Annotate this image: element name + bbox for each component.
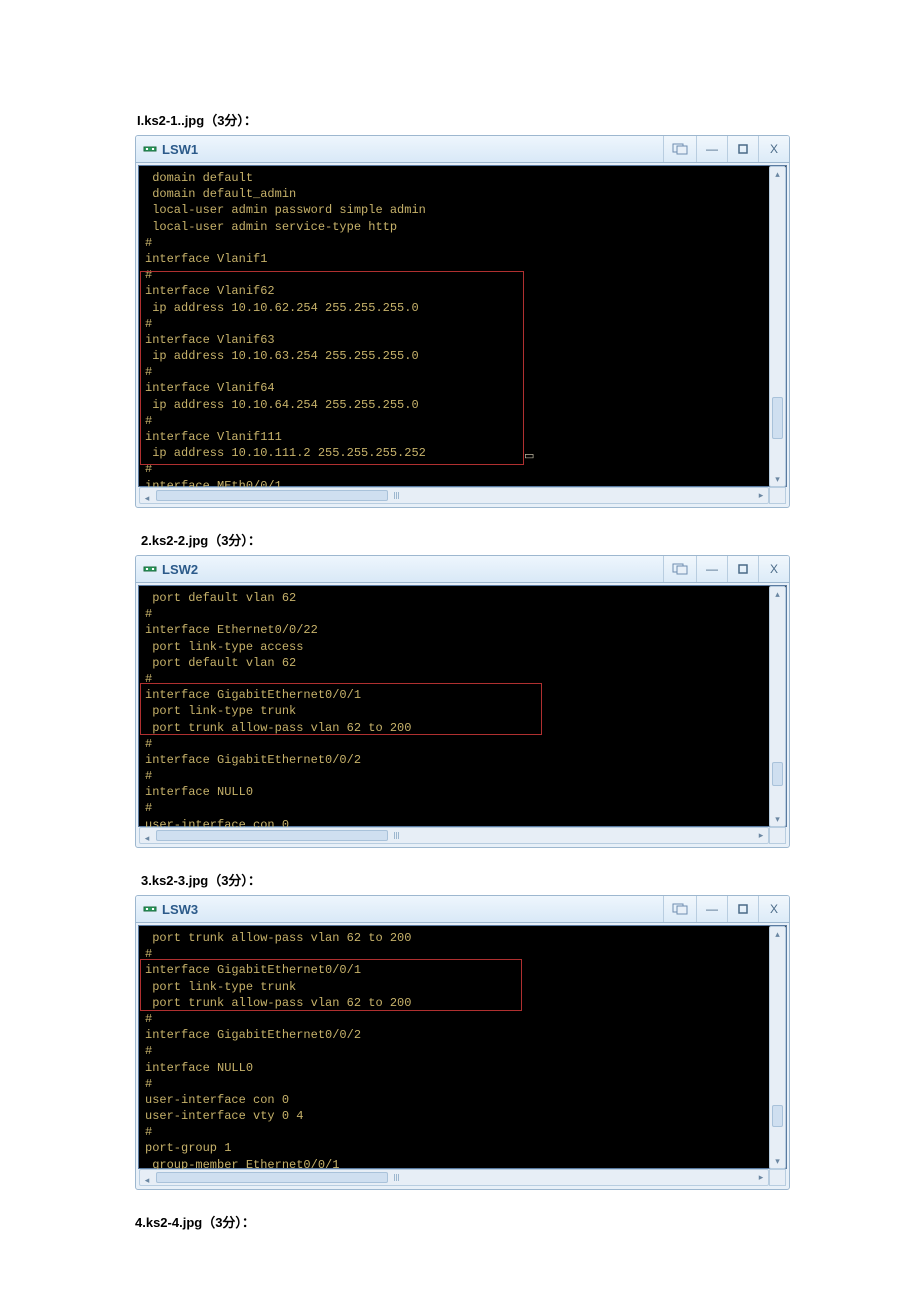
window-controls: — X <box>663 556 789 582</box>
scroll-right-icon[interactable]: ▸ <box>754 488 768 503</box>
titlebar[interactable]: LSW1 — X <box>136 136 789 163</box>
window-extra-button[interactable] <box>663 896 696 922</box>
window-extra-button[interactable] <box>663 556 696 582</box>
terminal-window-lsw3: LSW3 — X port trunk allow-pass vlan 62 t… <box>135 895 790 1190</box>
caption-4: 4.ks2-4.jpg（3分）： <box>135 1212 790 1231</box>
scroll-thumb[interactable] <box>772 397 783 439</box>
scroll-up-icon[interactable]: ▴ <box>770 927 785 941</box>
hscroll-handle-icon <box>394 1174 400 1181</box>
scroll-down-icon[interactable]: ▾ <box>770 472 785 486</box>
scroll-left-icon[interactable]: ◂ <box>140 831 154 846</box>
caption-2: 2.ks2-2.jpg（3分）： <box>141 530 790 549</box>
window-controls: — X <box>663 896 789 922</box>
hscroll-thumb[interactable] <box>156 1172 388 1183</box>
scroll-right-icon[interactable]: ▸ <box>754 828 768 843</box>
scroll-down-icon[interactable]: ▾ <box>770 812 785 826</box>
scroll-corner <box>769 1169 786 1186</box>
terminal-body-wrap: domain default domain default_admin loca… <box>136 163 789 507</box>
app-icon <box>142 561 158 577</box>
terminal-body-wrap: port trunk allow-pass vlan 62 to 200 # i… <box>136 923 789 1189</box>
scroll-right-icon[interactable]: ▸ <box>754 1170 768 1185</box>
scroll-corner <box>769 827 786 844</box>
horizontal-scrollbar[interactable]: ◂ ▸ <box>139 1169 769 1186</box>
window-title: LSW1 <box>162 142 198 157</box>
app-icon <box>142 141 158 157</box>
terminal-body-wrap: port default vlan 62 # interface Etherne… <box>136 583 789 847</box>
terminal-output[interactable]: domain default domain default_admin loca… <box>138 165 787 487</box>
cursor-icon: ▭ <box>524 449 534 462</box>
scroll-corner <box>769 487 786 504</box>
terminal-window-lsw1: LSW1 — X domain default domain default_a… <box>135 135 790 508</box>
hscroll-thumb[interactable] <box>156 490 388 501</box>
titlebar-left: LSW2 <box>136 561 198 577</box>
scroll-down-icon[interactable]: ▾ <box>770 1154 785 1168</box>
minimize-button[interactable]: — <box>696 896 727 922</box>
horizontal-scrollbar[interactable]: ◂ ▸ <box>139 487 769 504</box>
scroll-left-icon[interactable]: ◂ <box>140 491 154 506</box>
minimize-button[interactable]: — <box>696 556 727 582</box>
close-button[interactable]: X <box>758 896 789 922</box>
titlebar[interactable]: LSW2 — X <box>136 556 789 583</box>
hscroll-handle-icon <box>394 492 400 499</box>
window-controls: — X <box>663 136 789 162</box>
vertical-scrollbar[interactable]: ▴ ▾ <box>769 166 786 487</box>
scroll-up-icon[interactable]: ▴ <box>770 587 785 601</box>
minimize-button[interactable]: — <box>696 136 727 162</box>
app-icon <box>142 901 158 917</box>
scroll-left-icon[interactable]: ◂ <box>140 1173 154 1188</box>
caption-1: I.ks2-1..jpg（3分）： <box>137 110 790 129</box>
titlebar-left: LSW3 <box>136 901 198 917</box>
close-button[interactable]: X <box>758 136 789 162</box>
window-title: LSW3 <box>162 902 198 917</box>
vertical-scrollbar[interactable]: ▴ ▾ <box>769 926 786 1169</box>
close-button[interactable]: X <box>758 556 789 582</box>
window-title: LSW2 <box>162 562 198 577</box>
vertical-scrollbar[interactable]: ▴ ▾ <box>769 586 786 827</box>
terminal-output[interactable]: port default vlan 62 # interface Etherne… <box>138 585 787 827</box>
maximize-button[interactable] <box>727 556 758 582</box>
terminal-output[interactable]: port trunk allow-pass vlan 62 to 200 # i… <box>138 925 787 1169</box>
hscroll-handle-icon <box>394 832 400 839</box>
titlebar-left: LSW1 <box>136 141 198 157</box>
scroll-thumb[interactable] <box>772 1105 783 1127</box>
hscroll-thumb[interactable] <box>156 830 388 841</box>
caption-3: 3.ks2-3.jpg（3分）： <box>141 870 790 889</box>
scroll-up-icon[interactable]: ▴ <box>770 167 785 181</box>
document-page: I.ks2-1..jpg（3分）： LSW1 — X domain defaul… <box>0 0 920 1297</box>
maximize-button[interactable] <box>727 896 758 922</box>
scroll-thumb[interactable] <box>772 762 783 786</box>
window-extra-button[interactable] <box>663 136 696 162</box>
titlebar[interactable]: LSW3 — X <box>136 896 789 923</box>
horizontal-scrollbar[interactable]: ◂ ▸ <box>139 827 769 844</box>
maximize-button[interactable] <box>727 136 758 162</box>
terminal-window-lsw2: LSW2 — X port default vlan 62 # interfac… <box>135 555 790 848</box>
